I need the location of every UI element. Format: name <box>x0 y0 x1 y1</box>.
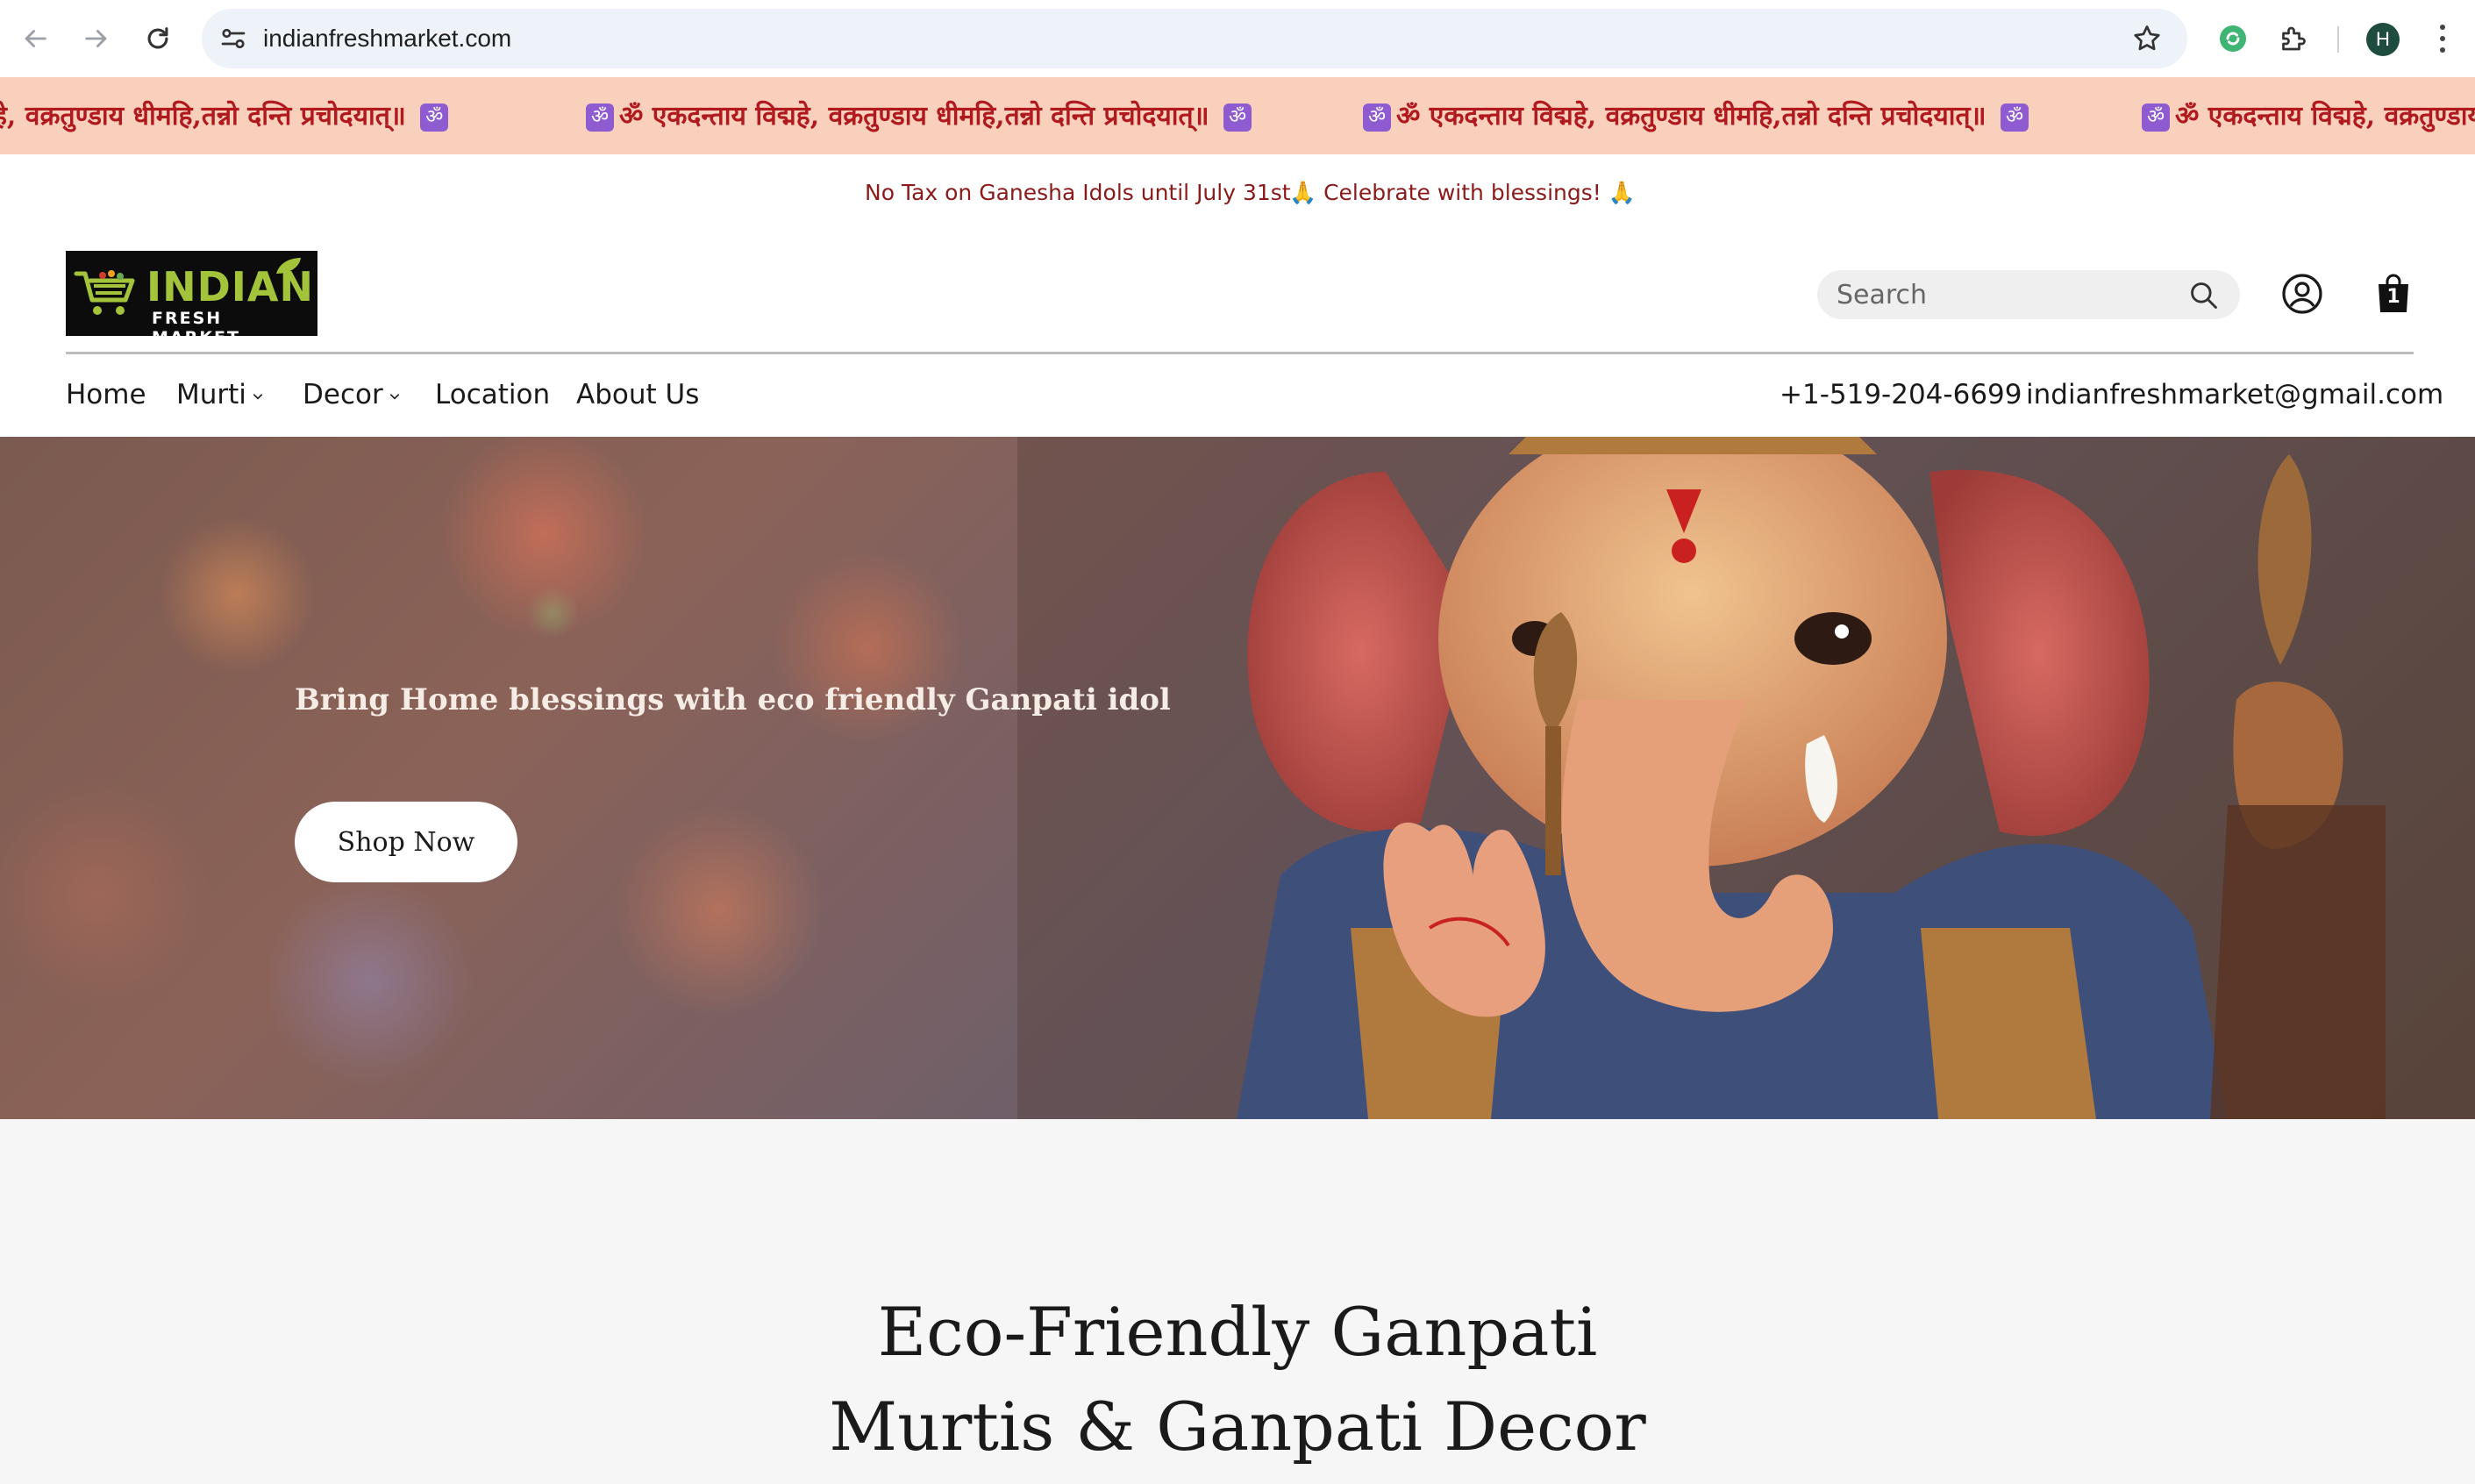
toolbar-divider <box>2337 26 2339 53</box>
bookmark-star-icon[interactable] <box>2131 23 2163 54</box>
ganesha-idol-image <box>1017 437 2475 1119</box>
chevron-down-icon <box>253 393 263 399</box>
logo-subtitle: FRESH MARKET <box>152 309 240 347</box>
marquee-fragment-trailing: ॐॐ एकदन्ताय विद्महे, वक्रतुण्डाय <box>2136 96 2475 132</box>
browser-menu-button[interactable] <box>2429 21 2456 56</box>
cart-count-badge: 1 <box>2386 286 2400 308</box>
marquee-text: ॐॐ एकदन्ताय विद्महे, वक्रतुण्डाय धीमहि,त… <box>1358 96 2034 132</box>
section-title-line-1: Eco-Friendly Ganpati <box>877 1293 1598 1371</box>
leaf-icon <box>276 258 301 274</box>
back-button[interactable] <box>14 18 56 60</box>
url-text[interactable]: indianfreshmarket.com <box>263 25 511 53</box>
header-divider <box>66 352 2414 354</box>
account-icon[interactable] <box>2281 273 2323 315</box>
shopping-cart-logo-icon <box>74 270 135 315</box>
hero-heading: Bring Home blessings with eco friendly G… <box>295 682 1171 717</box>
nav-location[interactable]: Location <box>435 379 550 410</box>
reload-button[interactable] <box>137 18 179 60</box>
featured-section: Eco-Friendly Ganpati Murtis & Ganpati De… <box>0 1119 2475 1484</box>
om-badge-icon: ॐ <box>2001 103 2029 132</box>
section-title-line-2: Murtis & Ganpati Decor <box>829 1388 1646 1466</box>
site-settings-icon[interactable] <box>218 23 249 54</box>
extensions-puzzle-icon[interactable] <box>2273 19 2312 58</box>
om-badge-icon: ॐ <box>2142 103 2170 132</box>
extension-grammar-icon[interactable] <box>2214 19 2252 58</box>
om-badge-icon: ॐ <box>1223 103 1252 132</box>
address-bar[interactable]: indianfreshmarket.com <box>202 9 2187 68</box>
nav-decor-label: Decor <box>303 379 383 410</box>
nav-home[interactable]: Home <box>66 379 146 410</box>
om-badge-icon: ॐ <box>420 103 449 132</box>
announcement-no-tax: No Tax on Ganesha Idols until July 31st <box>865 180 1291 205</box>
cart-button[interactable]: 1 <box>2375 274 2412 314</box>
arrow-left-icon <box>25 30 46 47</box>
browser-toolbar: indianfreshmarket.com H <box>0 0 2475 77</box>
chevron-down-icon <box>389 393 399 399</box>
search-bar[interactable] <box>1817 270 2240 319</box>
om-badge-icon: ॐ <box>586 103 614 132</box>
mantra-marquee: द्महे, वक्रतुण्डाय धीमहि,तन्नो दन्ति प्र… <box>0 77 2475 154</box>
om-badge-icon: ॐ <box>1363 103 1391 132</box>
nav-murti-label: Murti <box>176 379 246 410</box>
site-logo[interactable]: INDIAN FRESH MARKET <box>66 251 317 347</box>
reload-icon <box>147 27 168 49</box>
profile-avatar[interactable]: H <box>2366 23 2400 56</box>
contact-phone[interactable]: +1-519-204-6699 <box>1780 379 2022 410</box>
announcement-celebrate: 🙏 Celebrate with blessings! 🙏 <box>1289 180 1636 205</box>
marquee-fragment-leading: द्महे, वक्रतुण्डाय धीमहि,तन्नो दन्ति प्र… <box>0 96 453 132</box>
nav-decor[interactable]: Decor <box>303 379 401 410</box>
arrow-right-icon <box>85 30 107 47</box>
nav-murti[interactable]: Murti <box>176 379 264 410</box>
marquee-text: ॐॐ एकदन्ताय विद्महे, वक्रतुण्डाय धीमहि,त… <box>581 96 1257 132</box>
search-input[interactable] <box>1837 277 2170 312</box>
search-icon[interactable] <box>2187 279 2221 312</box>
contact-email[interactable]: indianfreshmarket@gmail.com <box>2026 379 2443 410</box>
nav-about-us[interactable]: About Us <box>576 379 699 410</box>
forward-button[interactable] <box>75 18 118 60</box>
hero-banner: Bring Home blessings with eco friendly G… <box>0 437 2475 1119</box>
shop-now-button[interactable]: Shop Now <box>295 802 517 882</box>
